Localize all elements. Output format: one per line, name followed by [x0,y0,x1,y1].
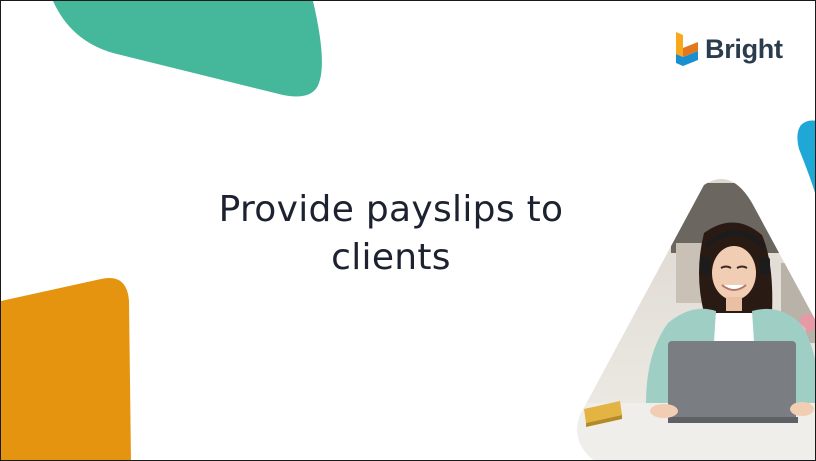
bright-logo-icon [676,32,698,66]
bright-logo-text: Bright [705,33,783,64]
bright-logo: Bright [674,29,783,69]
person-with-laptop-photo [577,179,815,460]
teal-decorative-shape [53,1,322,97]
slide-title-line-1: Provide payslips to [218,189,564,230]
presentation-slide: Bright Provide payslips to clients [0,0,816,461]
slide-title: Provide payslips to clients [151,186,631,282]
orange-decorative-shape [1,278,131,460]
slide-title-line-2: clients [331,237,451,278]
